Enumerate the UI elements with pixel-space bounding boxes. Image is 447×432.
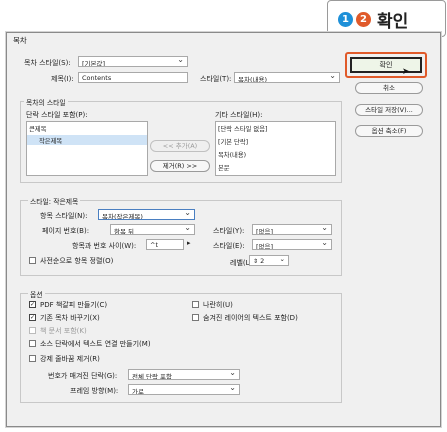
- between-label: 항목과 번호 사이(W):: [72, 242, 137, 250]
- list-item[interactable]: [기본 단락]: [218, 137, 248, 146]
- include-styles-label: 단락 스타일 포함(P):: [26, 111, 88, 119]
- between-input[interactable]: ^t: [146, 239, 184, 250]
- numbered-paragraphs-select[interactable]: 전체 단락 포함: [128, 369, 240, 380]
- title-style-select[interactable]: 목차(내용): [234, 72, 340, 83]
- pdf-bookmarks-checkbox[interactable]: ✓: [29, 301, 36, 308]
- remove-button[interactable]: 제거(R) >>: [150, 160, 210, 172]
- pdf-bookmarks-label: PDF 책갈피 만들기(C): [40, 301, 108, 309]
- sort-label: 사전순으로 항목 정렬(O): [40, 257, 114, 265]
- hidden-layers-label: 숨겨진 레이어의 텍스트 포함(D): [203, 314, 298, 322]
- style-settings-group-title: 스타일: 작은제목: [28, 196, 81, 206]
- run-in-checkbox[interactable]: [192, 301, 199, 308]
- replace-toc-checkbox[interactable]: ✓: [29, 314, 36, 321]
- replace-toc-label: 기존 목차 바꾸기(X): [40, 314, 100, 322]
- source-links-label: 소스 단락에서 텍스트 연결 만들기(M): [40, 340, 151, 348]
- dialog-titlebar: 목차: [7, 33, 440, 47]
- numbered-paragraphs-label: 번호가 매겨진 단락(G):: [48, 372, 118, 380]
- chevron-down-icon[interactable]: ⌄: [280, 256, 285, 263]
- entry-style-select[interactable]: 목차(작은제목): [98, 209, 195, 220]
- style-label: 스타일(T):: [200, 75, 232, 83]
- list-item[interactable]: 목차(내용): [218, 150, 246, 159]
- cancel-button[interactable]: 취소: [355, 82, 423, 94]
- options-group-title: 옵션: [28, 289, 45, 299]
- page-number-select[interactable]: 항목 뒤: [110, 224, 195, 235]
- between-style-select[interactable]: [없음]: [252, 239, 332, 250]
- page-style-label: 스타일(Y):: [213, 227, 245, 235]
- include-book-checkbox[interactable]: [29, 327, 36, 334]
- level-value: 2: [260, 257, 265, 265]
- stepper-arrows-icon[interactable]: ⇕: [253, 258, 258, 265]
- include-book-label: 책 문서 포함(K): [40, 327, 87, 335]
- include-styles-list[interactable]: 큰제목 작은제목: [26, 121, 148, 176]
- hidden-layers-checkbox[interactable]: [192, 314, 199, 321]
- step-badge-2: 2: [356, 12, 371, 27]
- page-number-label: 페이지 번호(B):: [42, 227, 90, 235]
- sort-checkbox[interactable]: [29, 257, 36, 264]
- remove-linebreak-label: 강제 줄바꿈 제거(R): [40, 355, 100, 363]
- callout-label: 확인: [377, 12, 409, 32]
- list-item[interactable]: 본문: [218, 163, 230, 172]
- list-item[interactable]: 작은제목: [39, 136, 62, 145]
- list-item[interactable]: [단락 스타일 없음]: [218, 124, 267, 133]
- fewer-options-button[interactable]: 옵션 축소(F): [355, 125, 423, 137]
- ok-button[interactable]: 확인: [350, 57, 422, 73]
- frame-direction-label: 프레임 방향(M):: [70, 387, 119, 395]
- source-links-checkbox[interactable]: [29, 340, 36, 347]
- toc-styles-group-title: 목차의 스타일: [24, 97, 68, 107]
- cursor-arrow-icon: ➤: [402, 67, 410, 77]
- title-input[interactable]: Contents: [78, 72, 188, 83]
- arrow-right-icon[interactable]: ▸: [187, 239, 191, 247]
- step-badge-1: 1: [338, 12, 353, 27]
- dialog-title: 목차: [13, 36, 27, 45]
- other-styles-label: 기타 스타일(H):: [215, 111, 263, 119]
- entry-style-label: 항목 스타일(N):: [40, 212, 88, 220]
- other-styles-list[interactable]: [단락 스타일 없음] [기본 단락] 목차(내용) 본문: [215, 121, 336, 176]
- frame-direction-select[interactable]: 가로: [128, 384, 240, 395]
- level-stepper[interactable]: ⇕ 2 ⌄: [249, 255, 289, 266]
- list-item[interactable]: 큰제목: [29, 124, 46, 133]
- page-style-select[interactable]: [없음]: [252, 224, 332, 235]
- run-in-label: 나란히(U): [203, 301, 233, 309]
- title-label: 제목(I):: [51, 75, 74, 83]
- toc-style-label: 목차 스타일(S):: [24, 59, 71, 67]
- between-style-label: 스타일(E):: [213, 242, 245, 250]
- add-button[interactable]: << 추가(A): [150, 140, 210, 152]
- save-style-button[interactable]: 스타일 저장(V)...: [355, 104, 423, 116]
- toc-style-select[interactable]: [기본값]: [78, 56, 188, 67]
- remove-linebreak-checkbox[interactable]: [29, 355, 36, 362]
